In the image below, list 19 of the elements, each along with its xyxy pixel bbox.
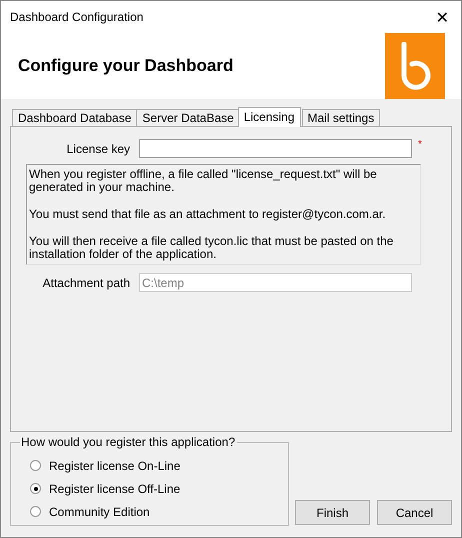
- info-text: You must send that file as an attachment to register@tycon.com.ar.: [29, 208, 387, 221]
- dialog-button[interactable]: Cancel: [377, 500, 452, 525]
- window-title: Dashboard Configuration: [10, 10, 144, 24]
- radio-option[interactable]: Community Edition: [30, 503, 288, 520]
- radio-option[interactable]: Register license On-Line: [30, 457, 288, 474]
- dialog-button[interactable]: Finish: [295, 500, 370, 525]
- tab[interactable]: Licensing: [238, 107, 301, 127]
- group-title: How would you register this application?: [20, 435, 238, 449]
- radio-option[interactable]: Register license Off-Line: [30, 480, 288, 497]
- field-label: Attachment path: [42, 276, 131, 290]
- required-mark: *: [418, 139, 422, 150]
- tab[interactable]: Dashboard Database: [12, 109, 138, 126]
- info-text: When you register offline, a file called "license_request.txt" will be generated in your machine.: [29, 168, 378, 194]
- field-label: License key: [66, 142, 131, 156]
- close-button[interactable]: ✕: [432, 8, 453, 26]
- info-text: You will then receive a file called tycon.lic that must be pasted on the installation folder of the application.: [29, 235, 394, 261]
- tab[interactable]: Mail settings: [302, 109, 380, 126]
- license-key-field[interactable]: [139, 139, 412, 158]
- heading: Configure your Dashboard: [18, 56, 234, 76]
